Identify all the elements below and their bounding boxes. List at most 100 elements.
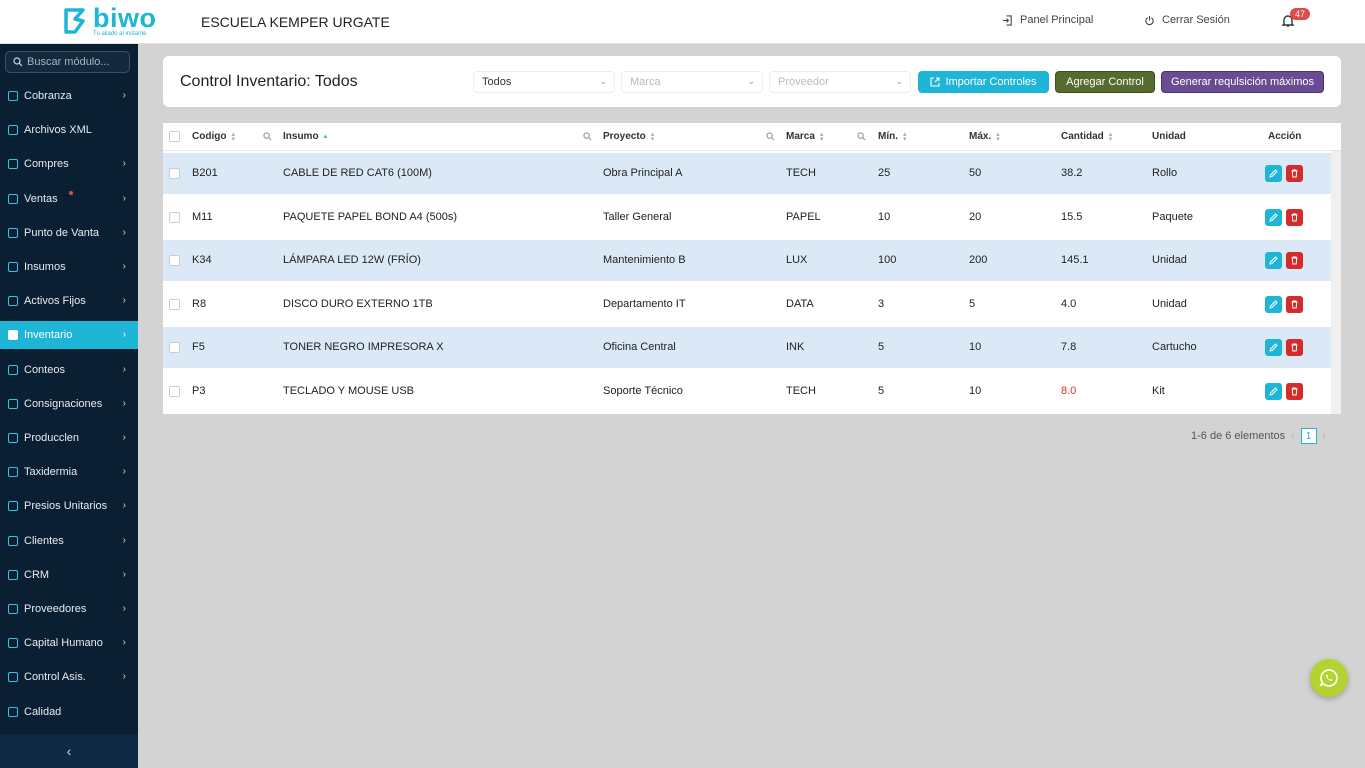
- sidebar-item-inventario[interactable]: Inventario ›: [0, 321, 138, 350]
- sidebar-item-punto-de-vanta[interactable]: Punto de Vanta ›: [0, 219, 138, 247]
- sort-icon[interactable]: ▴ ▾: [903, 131, 907, 143]
- sidebar-item-compres[interactable]: Compres ›: [0, 150, 138, 178]
- chevron-right-icon: ›: [122, 261, 126, 272]
- sidebar-item-capital-humano[interactable]: Capital Humano ›: [0, 629, 138, 657]
- sidebar-item-cobranza[interactable]: Cobranza ›: [0, 82, 138, 110]
- generate-requisition-button[interactable]: Generar requlsición máximos: [1161, 71, 1324, 93]
- row-checkbox[interactable]: [169, 211, 180, 223]
- sidebar-item-ventas[interactable]: Ventas ›: [0, 185, 138, 213]
- edit-button[interactable]: [1265, 252, 1282, 269]
- next-page-icon[interactable]: ›: [1323, 431, 1326, 442]
- row-checkbox[interactable]: [169, 298, 180, 310]
- chevron-right-icon: ›: [122, 500, 126, 512]
- cell-min: 3: [878, 297, 885, 310]
- table-scrollbar[interactable]: [1331, 151, 1341, 414]
- row-checkbox[interactable]: [169, 342, 180, 353]
- row-checkbox[interactable]: [169, 385, 180, 397]
- table-row[interactable]: B201 CABLE DE RED CAT6 (100M) Obra Princip…: [163, 153, 1331, 194]
- sort-icon[interactable]: ▴ ▾: [651, 131, 655, 143]
- column-header-min[interactable]: Mín. ▴ ▾: [878, 131, 907, 143]
- check-icon: [8, 706, 18, 717]
- sidebar-item-presios-unitarios[interactable]: Presios Unitarios ›: [0, 492, 138, 520]
- edit-button[interactable]: [1265, 295, 1282, 313]
- cell-max: 50: [969, 167, 982, 179]
- whatsapp-chat-button[interactable]: [1310, 659, 1348, 697]
- page-button-current[interactable]: 1: [1300, 428, 1317, 444]
- sidebar-item-calidad[interactable]: Calidad: [0, 698, 138, 726]
- sidebar-item-conteos[interactable]: Conteos ›: [0, 356, 138, 384]
- cell-proyecto: Mantenimiento B: [603, 254, 686, 266]
- delete-button[interactable]: [1286, 295, 1303, 313]
- chevron-right-icon: ›: [122, 295, 126, 307]
- column-header-cantidad[interactable]: Cantidad ▴ ▾: [1061, 131, 1113, 143]
- table-row[interactable]: F5 TONER NEGRO IMPRESORA X Oficina Central…: [163, 327, 1331, 368]
- module-search[interactable]: [5, 51, 130, 73]
- sidebar-item-producclen[interactable]: Producclen ›: [0, 424, 138, 452]
- sort-ascending-icon[interactable]: ▴: [324, 133, 328, 140]
- row-checkbox[interactable]: [169, 168, 180, 179]
- module-search-input[interactable]: [27, 56, 127, 68]
- search-icon[interactable]: [857, 132, 866, 141]
- column-header-insumo[interactable]: Insumo ▴: [283, 131, 327, 142]
- brand-filter-select[interactable]: Marca ⌄: [621, 71, 763, 93]
- cell-codigo: B201: [192, 167, 218, 179]
- trash-icon: [1291, 213, 1298, 221]
- provider-filter-select[interactable]: Proveedor ⌄: [769, 71, 911, 93]
- column-header-proyecto[interactable]: Proyecto ▴ ▾: [603, 131, 655, 143]
- import-controls-button[interactable]: Importar Controles: [918, 71, 1049, 93]
- sidebar-item-insumos[interactable]: Insumos ›: [0, 253, 138, 281]
- search-icon[interactable]: [766, 132, 775, 141]
- truck-icon: [8, 604, 18, 614]
- panel-principal-link[interactable]: Panel Principal: [1002, 14, 1093, 26]
- delete-button[interactable]: [1286, 252, 1303, 269]
- edit-button[interactable]: [1265, 382, 1282, 400]
- table-row[interactable]: P3 TECLADO Y MOUSE USB Soporte Técnico TECH…: [163, 370, 1331, 412]
- delete-button[interactable]: [1286, 208, 1303, 226]
- select-all-checkbox[interactable]: [169, 131, 180, 142]
- sort-icon[interactable]: ▴ ▾: [820, 131, 824, 143]
- collapse-sidebar-button[interactable]: ‹: [0, 734, 138, 768]
- column-header-marca[interactable]: Marca ▴ ▾: [786, 131, 824, 143]
- cell-unidad: Unidad: [1152, 254, 1187, 266]
- edit-button[interactable]: [1265, 208, 1282, 226]
- search-icon[interactable]: [583, 132, 592, 141]
- sort-icon[interactable]: ▴ ▾: [1109, 131, 1113, 143]
- table-row[interactable]: M11 PAQUETE PAPEL BOND A4 (500s) Taller Ge…: [163, 196, 1331, 238]
- brand-name: biwo: [93, 3, 157, 33]
- sort-icon[interactable]: ▴ ▾: [231, 131, 235, 143]
- sidebar-item-proveedores[interactable]: Proveedores ›: [0, 595, 138, 623]
- cell-proyecto: Taller General: [603, 210, 672, 223]
- delete-button[interactable]: [1286, 339, 1303, 356]
- cell-cantidad: 7.8: [1061, 341, 1077, 353]
- logout-link[interactable]: Cerrar Sesión: [1144, 14, 1230, 26]
- brand-logo[interactable]: biwo Tu aliado al instante: [63, 3, 163, 39]
- table-row[interactable]: R8 DISCO DURO EXTERNO 1TB Departamento IT D…: [163, 283, 1331, 325]
- sidebar-item-crm[interactable]: CRM ›: [0, 561, 138, 589]
- sidebar-item-control-asis[interactable]: Control Asis. ›: [0, 663, 138, 691]
- notification-badge: 47: [1290, 8, 1311, 20]
- add-control-button[interactable]: Agregar Control: [1055, 71, 1155, 93]
- sidebar-item-label: Taxidermia: [24, 466, 78, 479]
- column-header-unidad: Unidad: [1152, 131, 1186, 142]
- chevron-right-icon: ›: [122, 568, 126, 580]
- prev-page-icon[interactable]: ‹: [1291, 431, 1294, 442]
- column-header-max[interactable]: Máx. ▴ ▾: [969, 131, 1000, 143]
- delete-button[interactable]: [1286, 382, 1303, 400]
- sidebar-item-taxidermia[interactable]: Taxidermia ›: [0, 458, 138, 486]
- building-icon: [8, 296, 18, 307]
- delete-button[interactable]: [1286, 165, 1303, 182]
- search-icon[interactable]: [263, 132, 272, 141]
- sidebar-item-archivos-xml[interactable]: Archivos XML: [0, 116, 138, 144]
- sidebar-item-activos-fijos[interactable]: Activos Fijos ›: [0, 287, 138, 315]
- money-icon: [8, 91, 18, 101]
- edit-button[interactable]: [1265, 165, 1282, 182]
- column-header-codigo[interactable]: Codigo ▴ ▾: [192, 131, 235, 143]
- row-checkbox[interactable]: [169, 255, 180, 266]
- cell-codigo: M11: [192, 210, 213, 223]
- sort-icon[interactable]: ▴ ▾: [996, 131, 1000, 143]
- sidebar-item-consignaciones[interactable]: Consignaciones ›: [0, 390, 138, 418]
- edit-button[interactable]: [1265, 339, 1282, 356]
- status-filter-select[interactable]: Todos ⌄: [473, 71, 615, 93]
- table-row[interactable]: K34 LÁMPARA LED 12W (FRÍO) Mantenimiento B…: [163, 240, 1331, 281]
- sidebar-item-clientes[interactable]: Clientes ›: [0, 527, 138, 555]
